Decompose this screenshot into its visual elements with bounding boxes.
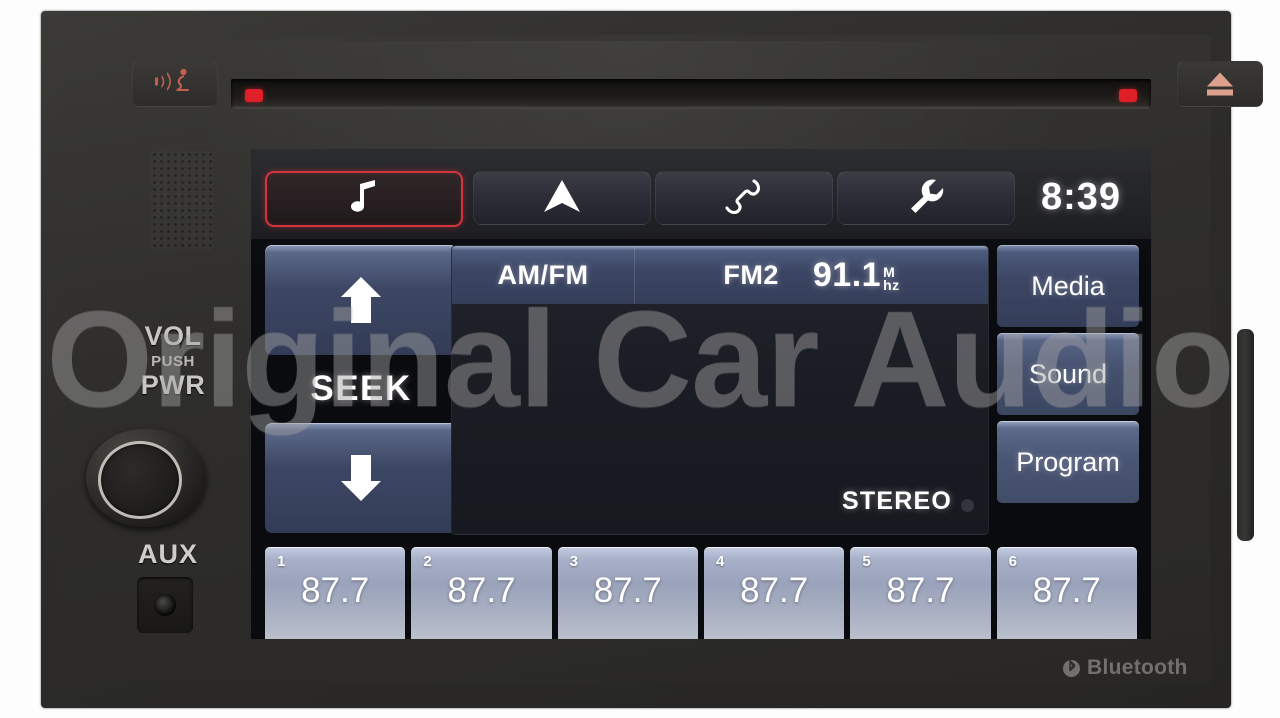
sound-button[interactable]: Sound — [997, 333, 1139, 415]
preset-frequency: 87.7 — [886, 571, 955, 610]
seek-label: SEEK — [310, 369, 412, 408]
aux-input-jack[interactable] — [137, 577, 193, 633]
sound-button-label: Sound — [1028, 358, 1108, 389]
arrow-up-icon — [338, 274, 384, 326]
frequency-unit-bottom: hz — [883, 276, 900, 293]
wrench-icon — [906, 177, 946, 220]
preset-number: 6 — [1008, 553, 1017, 570]
function-buttons: Media Sound Program — [997, 245, 1139, 533]
bluetooth-icon — [1063, 659, 1080, 677]
aux-label: AUX — [137, 539, 198, 569]
volume-power-knob[interactable] — [86, 429, 206, 527]
stereo-indicator: STEREO — [842, 487, 952, 515]
voice-command-button[interactable] — [132, 61, 218, 107]
preset-button[interactable]: 3 87.7 — [557, 547, 698, 639]
tab-settings[interactable] — [837, 171, 1015, 225]
preset-number: 5 — [862, 553, 871, 570]
band-frequency-area[interactable]: FM2 91.1 M hz — [634, 246, 988, 304]
cd-indicator-led-left — [245, 89, 263, 102]
preset-number: 1 — [277, 553, 286, 570]
radio-band-bar: AM/FM FM2 91.1 M hz — [452, 246, 988, 304]
preset-number: 4 — [715, 553, 725, 570]
side-release-tab[interactable] — [1237, 329, 1254, 541]
frequency-unit: M hz — [883, 265, 900, 293]
preset-button[interactable]: 1 87.7 — [265, 547, 406, 639]
bluetooth-branding: Bluetooth — [1063, 656, 1188, 680]
seek-up-button[interactable] — [265, 245, 457, 355]
source-label: AM/FM — [497, 259, 589, 290]
tab-music[interactable] — [265, 171, 463, 227]
eject-button[interactable] — [1177, 61, 1263, 107]
preset-button[interactable]: 6 87.7 — [996, 547, 1137, 639]
preset-buttons: 1 87.7 2 87.7 3 87.7 4 87.7 5 87.7 6 87.… — [265, 547, 1137, 639]
frequency-display: 91.1 M hz — [813, 256, 900, 295]
preset-button[interactable]: 5 87.7 — [850, 547, 991, 639]
tab-navigation[interactable] — [473, 171, 651, 225]
preset-frequency: 87.7 — [593, 571, 662, 610]
push-label: PUSH — [151, 353, 195, 370]
frequency-value: 91.1 — [812, 255, 882, 294]
program-button[interactable]: Program — [997, 421, 1139, 503]
source-selector[interactable]: AM/FM — [452, 246, 634, 304]
seek-down-button[interactable] — [265, 423, 457, 533]
media-button-label: Media — [1031, 270, 1105, 301]
music-note-icon — [348, 177, 380, 222]
aux-jack-hole — [154, 594, 176, 616]
preset-frequency: 87.7 — [740, 571, 809, 610]
band-label: FM2 — [723, 259, 779, 290]
preset-frequency: 87.7 — [1032, 571, 1101, 610]
cd-slot — [231, 79, 1151, 109]
voice-command-icon — [152, 67, 198, 102]
screenshot-root: VOL PUSH PWR AUX Bluetooth 8:39 SEEK AM/… — [0, 0, 1280, 718]
lcd-screen: 8:39 SEEK AM/FM FM2 91.1 M hz STEREO Med… — [251, 149, 1151, 639]
program-button-label: Program — [1016, 446, 1120, 477]
knob-ring — [98, 441, 182, 519]
preset-number: 3 — [569, 553, 578, 570]
power-label: PWR — [140, 370, 206, 400]
preset-frequency: 87.7 — [447, 571, 516, 610]
media-button[interactable]: Media — [997, 245, 1139, 327]
preset-button[interactable]: 4 87.7 — [703, 547, 845, 639]
eject-icon — [1207, 72, 1233, 96]
bluetooth-label: Bluetooth — [1087, 656, 1188, 679]
screen-tab-bar: 8:39 — [251, 149, 1151, 239]
clock-display: 8:39 — [1040, 175, 1122, 218]
head-unit-chassis: VOL PUSH PWR AUX Bluetooth 8:39 SEEK AM/… — [41, 11, 1263, 708]
microphone-grille — [151, 151, 213, 251]
panel-indicator-dot — [961, 499, 974, 512]
navigation-arrow-icon — [541, 177, 583, 220]
preset-number: 2 — [423, 553, 432, 570]
phone-handset-icon — [723, 177, 765, 220]
cd-indicator-led-right — [1119, 89, 1137, 102]
preset-frequency: 87.7 — [301, 571, 370, 610]
radio-info-panel: AM/FM FM2 91.1 M hz STEREO — [451, 245, 989, 535]
preset-button[interactable]: 2 87.7 — [411, 547, 552, 639]
tab-phone[interactable] — [655, 171, 833, 225]
arrow-down-icon — [338, 452, 384, 504]
seek-controls: SEEK — [265, 245, 457, 533]
volume-label: VOL — [144, 321, 202, 351]
volume-knob-labels: VOL PUSH PWR — [113, 323, 233, 399]
